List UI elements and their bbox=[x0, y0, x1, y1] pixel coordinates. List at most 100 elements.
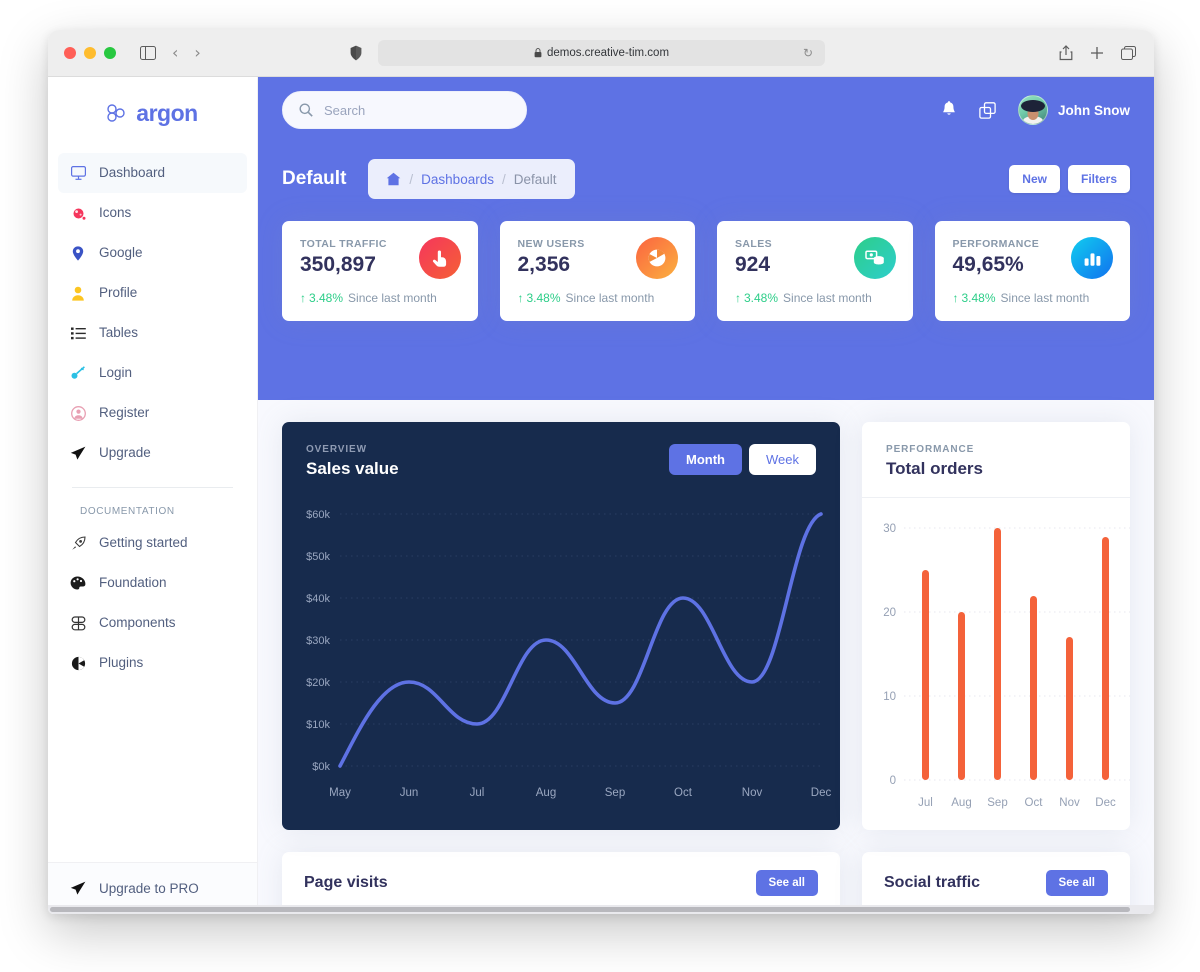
sidebar-item-label: Icons bbox=[99, 205, 132, 221]
stat-card-row: TOTAL TRAFFIC 350,897 ↑ 3.48% Since last… bbox=[258, 221, 1154, 321]
paper-plane-icon bbox=[70, 445, 86, 461]
sidebar-item-dashboard[interactable]: Dashboard bbox=[58, 153, 247, 193]
brand-name: argon bbox=[136, 99, 198, 126]
main-content: John Snow Default / Dashboards / Default bbox=[258, 77, 1154, 914]
sidebar-item-icons[interactable]: Icons bbox=[58, 193, 247, 233]
sidebar-item-login[interactable]: Login bbox=[58, 353, 247, 393]
bell-icon[interactable] bbox=[941, 101, 957, 119]
search-box[interactable] bbox=[282, 91, 527, 129]
stat-delta: ↑ 3.48% bbox=[953, 291, 996, 305]
page-scrollbar[interactable] bbox=[48, 905, 1154, 914]
chart-title: Total orders bbox=[886, 459, 983, 478]
new-button[interactable]: New bbox=[1009, 165, 1060, 193]
back-button[interactable]: ‹ bbox=[172, 45, 178, 61]
atom-icon bbox=[70, 205, 86, 221]
breadcrumb[interactable]: / Dashboards / Default bbox=[368, 159, 575, 199]
sidebar-item-register[interactable]: Register bbox=[58, 393, 247, 433]
sidebar-item-profile[interactable]: Profile bbox=[58, 273, 247, 313]
argon-dashboard: argon Dashboard Icons Google Profile Tab… bbox=[48, 77, 1154, 914]
new-tab-icon[interactable] bbox=[1090, 46, 1104, 60]
forward-button[interactable]: › bbox=[194, 45, 200, 61]
svg-text:30: 30 bbox=[883, 523, 896, 535]
stat-period: Since last month bbox=[565, 291, 655, 305]
copy-layers-icon[interactable] bbox=[979, 101, 996, 119]
svg-text:$40k: $40k bbox=[306, 593, 330, 605]
see-all-button[interactable]: See all bbox=[755, 870, 818, 896]
user-menu[interactable]: John Snow bbox=[1018, 95, 1130, 125]
svg-text:Aug: Aug bbox=[536, 787, 556, 799]
sidebar-toggle-icon[interactable] bbox=[140, 46, 156, 60]
privacy-shield-icon[interactable] bbox=[350, 45, 362, 61]
stat-period: Since last month bbox=[783, 291, 872, 305]
see-all-button[interactable]: See all bbox=[1045, 870, 1108, 896]
stat-card-performance[interactable]: PERFORMANCE 49,65% ↑ 3.48% Since last mo… bbox=[934, 221, 1130, 321]
search-input[interactable] bbox=[324, 102, 494, 118]
total-orders-bar-chart: 30 20 10 0 Jul Aug Sep Oct Nov Dec bbox=[883, 523, 1130, 809]
browser-chrome: ‹ › demos.creative-tim.com ↻ bbox=[48, 30, 1154, 77]
search-icon bbox=[299, 103, 313, 117]
maximize-window-button[interactable] bbox=[104, 47, 116, 59]
share-icon[interactable] bbox=[1059, 45, 1073, 61]
hand-pointer-icon bbox=[418, 237, 461, 279]
sidebar-item-label: Google bbox=[99, 245, 143, 261]
address-bar[interactable]: demos.creative-tim.com ↻ bbox=[378, 40, 825, 66]
stat-delta: ↑ 3.48% bbox=[300, 291, 343, 305]
card-divider bbox=[862, 497, 1130, 498]
chart-eyebrow: PERFORMANCE bbox=[886, 444, 975, 455]
browser-window: ‹ › demos.creative-tim.com ↻ argon Dashb… bbox=[48, 30, 1154, 914]
money-coins-icon bbox=[853, 237, 896, 279]
top-navbar: John Snow bbox=[258, 77, 1154, 143]
breadcrumb-current: Default bbox=[513, 171, 557, 187]
stat-card-sales[interactable]: SALES 924 ↑ 3.48% Since last month bbox=[717, 221, 913, 321]
svg-text:Jun: Jun bbox=[400, 787, 419, 799]
filters-button[interactable]: Filters bbox=[1067, 165, 1130, 193]
panel-title: Page visits bbox=[304, 874, 388, 891]
svg-text:Nov: Nov bbox=[1059, 797, 1080, 809]
stat-card-new-users[interactable]: NEW USERS 2,356 ↑ 3.48% Since last month bbox=[499, 221, 695, 321]
brand-logo[interactable]: argon bbox=[48, 77, 257, 149]
sales-line-chart: $60k $50k $40k $30k $20k $10k $0k May Ju… bbox=[306, 509, 831, 799]
window-controls[interactable] bbox=[64, 47, 116, 59]
chart-period-toggle[interactable]: Month Week bbox=[669, 444, 816, 475]
stat-delta-value: 3.48% bbox=[961, 291, 996, 305]
browser-navigation[interactable]: ‹ › bbox=[172, 45, 201, 61]
home-icon[interactable] bbox=[386, 172, 401, 186]
sidebar-item-label: Foundation bbox=[99, 575, 167, 591]
close-window-button[interactable] bbox=[64, 47, 76, 59]
svg-text:Aug: Aug bbox=[951, 797, 971, 809]
sidebar-item-getting-started[interactable]: Getting started bbox=[58, 523, 247, 563]
toggle-month-button[interactable]: Month bbox=[669, 444, 742, 475]
sidebar-item-label: Dashboard bbox=[99, 165, 166, 181]
sidebar-item-components[interactable]: Components bbox=[58, 603, 247, 643]
toggle-week-button[interactable]: Week bbox=[749, 444, 816, 475]
sidebar-item-label: Getting started bbox=[99, 535, 188, 551]
stat-card-total-traffic[interactable]: TOTAL TRAFFIC 350,897 ↑ 3.48% Since last… bbox=[282, 221, 478, 321]
reload-icon[interactable]: ↻ bbox=[803, 46, 813, 60]
svg-text:Jul: Jul bbox=[470, 787, 485, 799]
scrollbar-thumb[interactable] bbox=[50, 907, 1130, 912]
minimize-window-button[interactable] bbox=[84, 47, 96, 59]
breadcrumb-parent[interactable]: Dashboards bbox=[421, 172, 494, 187]
svg-text:Sep: Sep bbox=[987, 797, 1007, 809]
sidebar-item-plugins[interactable]: Plugins bbox=[58, 643, 247, 683]
avatar bbox=[1018, 95, 1048, 125]
charts-row: OVERVIEW Sales value Month Week $60k $50… bbox=[258, 422, 1154, 830]
sidebar-item-foundation[interactable]: Foundation bbox=[58, 563, 247, 603]
rocket-icon bbox=[70, 535, 86, 551]
stat-delta-value: 3.48% bbox=[309, 291, 344, 305]
svg-text:Oct: Oct bbox=[674, 787, 693, 799]
sidebar-nav: Dashboard Icons Google Profile Tables Lo… bbox=[48, 149, 257, 683]
panel-title: Social traffic bbox=[884, 874, 981, 891]
svg-text:20: 20 bbox=[883, 607, 896, 619]
sidebar-item-tables[interactable]: Tables bbox=[58, 313, 247, 353]
breadcrumb-row: Default / Dashboards / Default New Filte… bbox=[258, 143, 1154, 215]
stat-period: Since last month bbox=[1000, 291, 1090, 305]
sidebar-item-google[interactable]: Google bbox=[58, 233, 247, 273]
pie-chart-icon bbox=[70, 655, 86, 671]
svg-text:$0k: $0k bbox=[312, 761, 330, 773]
tabs-icon[interactable] bbox=[1121, 46, 1136, 60]
sidebar-item-upgrade[interactable]: Upgrade bbox=[58, 433, 247, 473]
page-title: Default bbox=[282, 168, 347, 189]
map-pin-icon bbox=[70, 245, 86, 261]
hero-header: John Snow Default / Dashboards / Default bbox=[258, 77, 1154, 400]
